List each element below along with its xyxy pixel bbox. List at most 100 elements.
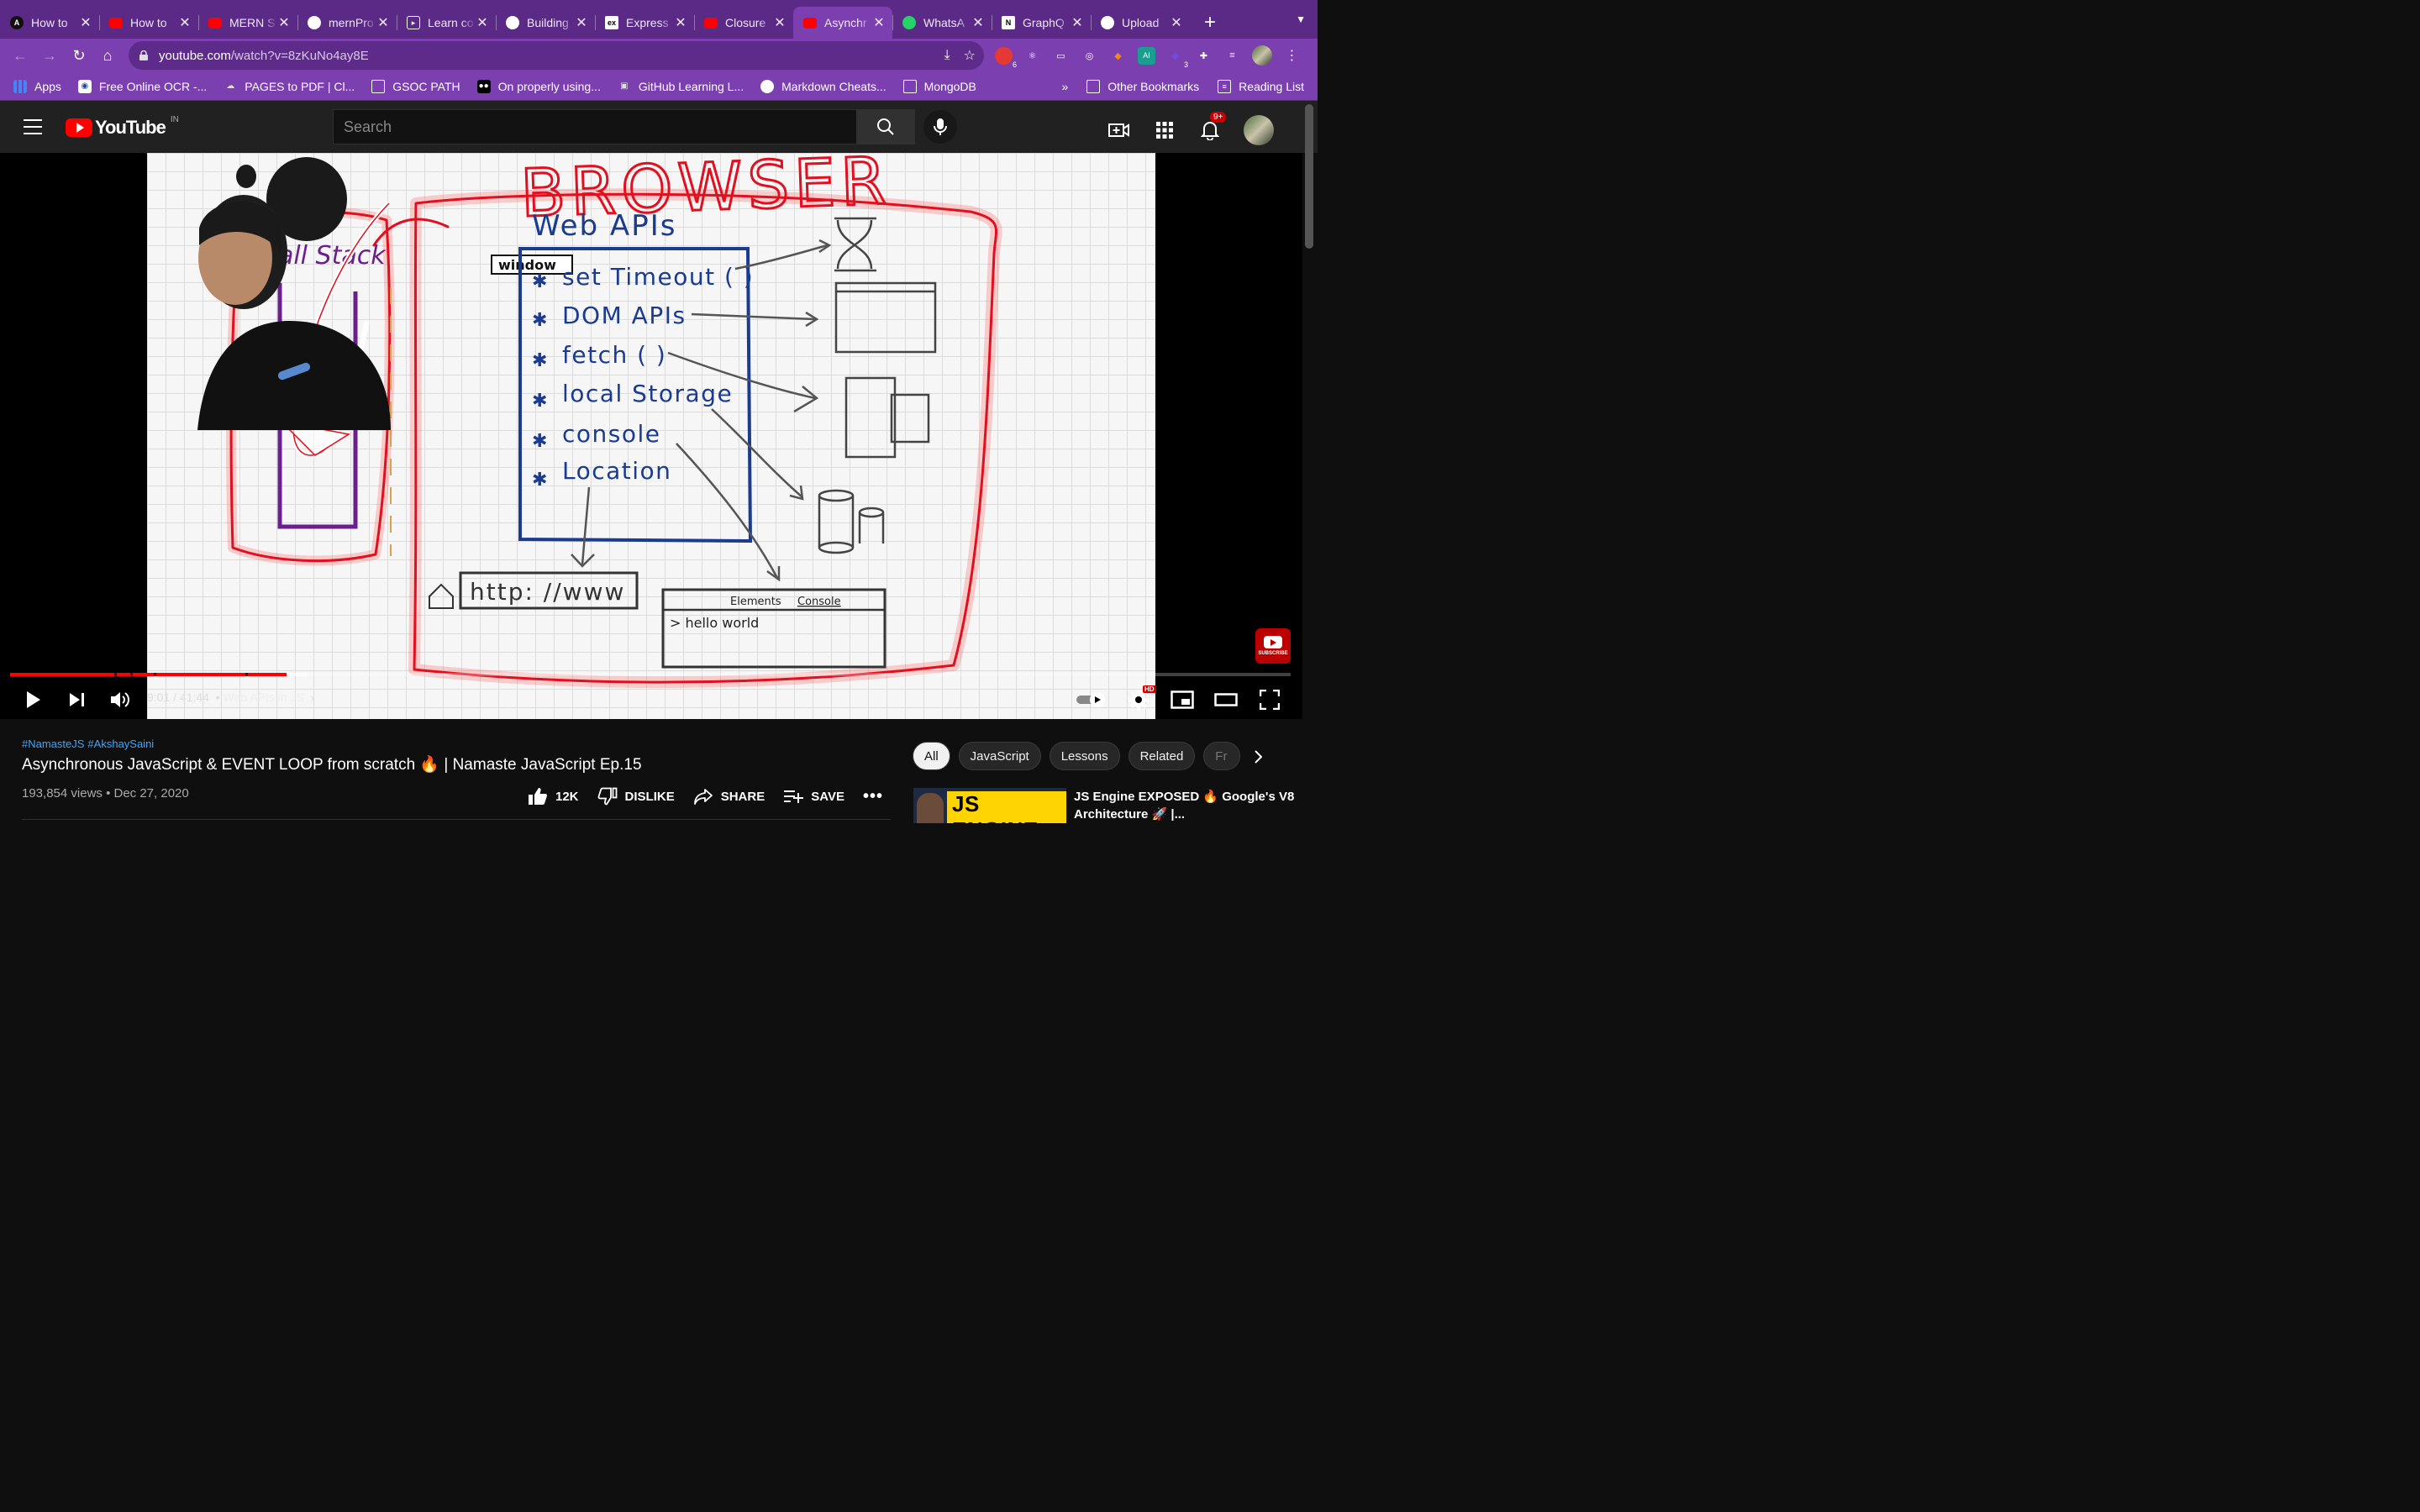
chip-lessons[interactable]: Lessons [1049, 742, 1120, 770]
browser-tab[interactable]: Upload ✕ [1091, 7, 1190, 39]
tab-search-chevron-icon[interactable]: ▼ [1296, 13, 1306, 25]
chip-related[interactable]: Related [1128, 742, 1196, 770]
browser-tab[interactable]: mernPro ✕ [297, 7, 397, 39]
bookmark-star-icon[interactable]: ☆ [964, 47, 976, 64]
photo-ext-icon[interactable]: ▭ [1052, 47, 1070, 65]
like-button[interactable]: 12K [528, 787, 579, 806]
browser-tab[interactable]: ex Express ✕ [595, 7, 694, 39]
close-tab-icon[interactable]: ✕ [376, 14, 390, 31]
play-button[interactable] [24, 680, 44, 719]
more-vertical-icon[interactable]: ⋮ [1283, 47, 1301, 65]
chip-javascript[interactable]: JavaScript [958, 742, 1041, 770]
reading-list[interactable]: ≡ Reading List [1218, 80, 1304, 93]
page-scrollbar[interactable] [1305, 104, 1313, 249]
shield-ext-icon[interactable]: 6 [995, 46, 1017, 69]
video-player[interactable]: BROWSER Call Stack Web APIs window ✱ set … [0, 153, 1302, 719]
browser-tab[interactable]: N GraphQ ✕ [992, 7, 1091, 39]
fullscreen-icon [1260, 690, 1280, 710]
back-button[interactable]: ← [6, 41, 34, 70]
miniplayer-button[interactable] [1170, 680, 1195, 719]
recommended-thumbnail[interactable]: JS ENGINE [913, 788, 1066, 823]
browser-tab[interactable]: Closure ✕ [694, 7, 793, 39]
api-fetch: fetch ( ) [562, 341, 666, 369]
theater-mode-button[interactable] [1213, 680, 1239, 719]
browser-tab[interactable]: A How to ✕ [0, 7, 99, 39]
tab-title: MERN S [229, 16, 276, 29]
reload-button[interactable]: ↻ [65, 41, 93, 70]
video-progress-bar[interactable] [10, 673, 1291, 676]
more-actions-button[interactable]: ••• [863, 787, 883, 806]
notifications-bell-icon[interactable]: 9+ [1198, 112, 1227, 142]
close-tab-icon[interactable]: ✕ [178, 14, 192, 31]
new-tab-button[interactable]: + [1193, 7, 1227, 39]
metamask-fox-icon[interactable]: ◆ [1109, 47, 1127, 65]
more-bookmarks-chevron[interactable]: » [1061, 80, 1068, 93]
recommended-video[interactable]: JS ENGINE JS Engine EXPOSED 🔥 Google's V… [913, 788, 1308, 823]
chips-next-chevron-icon[interactable] [1249, 748, 1267, 766]
forward-button[interactable]: → [35, 41, 64, 70]
volume-button[interactable] [109, 680, 131, 719]
search-button[interactable] [856, 109, 915, 144]
close-tab-icon[interactable]: ✕ [575, 14, 588, 31]
hamburger-menu-icon[interactable] [24, 119, 42, 134]
chip-all[interactable]: All [913, 742, 950, 770]
bookmark-apps[interactable]: Apps [13, 79, 61, 93]
browser-tab[interactable]: ▸ Learn co ✕ [397, 7, 496, 39]
browser-tab-active[interactable]: Asynchr ✕ [793, 7, 892, 39]
close-tab-icon[interactable]: ✕ [277, 14, 291, 31]
fullscreen-button[interactable] [1259, 680, 1281, 719]
folder-icon [902, 79, 917, 93]
browser-tab[interactable]: How to ✕ [99, 7, 198, 39]
search-input[interactable] [344, 118, 856, 136]
close-tab-icon[interactable]: ✕ [79, 14, 92, 31]
ai-ext-icon[interactable]: AI [1138, 46, 1155, 65]
address-bar[interactable]: youtube.com/watch?v=8zKuNo4ay8E ⤓ ☆ [129, 41, 984, 70]
svg-text:✱: ✱ [532, 310, 549, 331]
dislike-button[interactable]: DISLIKE [597, 787, 675, 806]
recommended-title[interactable]: JS Engine EXPOSED 🔥 Google's V8 Architec… [1074, 788, 1301, 823]
hashtag-link[interactable]: #NamasteJS [22, 738, 84, 750]
bookmark-folder[interactable]: MongoDB [902, 79, 976, 93]
bookmark-item[interactable]: ▣ GitHub Learning L... [618, 80, 744, 93]
react-devtools-icon[interactable]: ⚛ [1023, 47, 1041, 65]
cube-ext-icon[interactable]: ◆ 3 [1166, 47, 1188, 69]
settings-button[interactable]: HD [1126, 680, 1156, 719]
autoplay-toggle[interactable] [1076, 680, 1107, 719]
voice-search-button[interactable] [923, 110, 957, 144]
bookmark-item[interactable]: ☁ PAGES to PDF | Cl... [224, 80, 355, 93]
target-ext-icon[interactable]: ◎ [1081, 47, 1098, 65]
save-button[interactable]: SAVE [783, 789, 844, 804]
subscribe-watermark[interactable]: SUBSCRIBE [1255, 628, 1291, 664]
browser-tab[interactable]: MERN S ✕ [198, 7, 297, 39]
close-tab-icon[interactable]: ✕ [872, 14, 886, 31]
account-avatar[interactable] [1244, 115, 1274, 145]
create-video-icon[interactable] [1107, 118, 1131, 142]
apps-grid-icon[interactable] [1153, 118, 1176, 142]
close-tab-icon[interactable]: ✕ [674, 14, 687, 31]
chip-from[interactable]: Fr [1203, 742, 1241, 770]
other-bookmarks[interactable]: Other Bookmarks [1086, 80, 1199, 93]
close-tab-icon[interactable]: ✕ [1071, 14, 1084, 31]
youtube-logo[interactable]: YouTube IN [66, 115, 179, 139]
bookmark-folder[interactable]: GSOC PATH [371, 79, 460, 93]
close-tab-icon[interactable]: ✕ [476, 14, 489, 31]
hashtag-link[interactable]: #AkshaySaini [87, 738, 154, 750]
close-tab-icon[interactable]: ✕ [971, 14, 985, 31]
puzzle-icon[interactable]: ✚ [1195, 47, 1213, 65]
video-frame-whiteboard: BROWSER Call Stack Web APIs window ✱ set … [147, 153, 1155, 719]
bookmark-item[interactable]: ◉ Free Online OCR -... [77, 79, 207, 93]
browser-tab[interactable]: WhatsA ✕ [892, 7, 992, 39]
share-button[interactable]: SHARE [693, 788, 765, 805]
chapter-chevron-icon[interactable]: › [311, 690, 315, 704]
bookmark-item[interactable]: Markdown Cheats... [760, 79, 886, 93]
install-app-icon[interactable]: ⤓ [944, 48, 950, 63]
next-button[interactable] [67, 680, 87, 719]
chapter-title[interactable]: Web APIs in JS [224, 690, 304, 704]
browser-tab[interactable]: Building ✕ [496, 7, 595, 39]
close-tab-icon[interactable]: ✕ [773, 14, 786, 31]
home-button[interactable]: ⌂ [93, 41, 122, 70]
close-tab-icon[interactable]: ✕ [1170, 14, 1183, 31]
profile-avatar[interactable] [1252, 45, 1272, 66]
bookmark-item[interactable]: ●● On properly using... [476, 79, 601, 93]
reading-queue-icon[interactable]: ≡ [1223, 47, 1241, 65]
